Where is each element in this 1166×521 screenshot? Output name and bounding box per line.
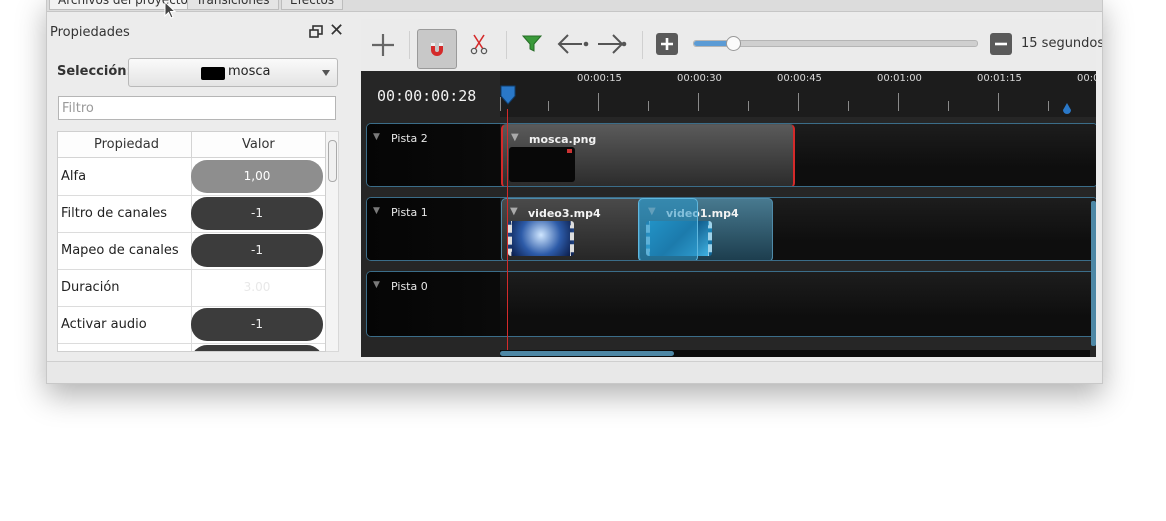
- chevron-down-icon: [322, 70, 330, 76]
- track-pista-0[interactable]: ▼ Pista 0: [366, 271, 1096, 337]
- property-value[interactable]: -1: [191, 308, 323, 341]
- clip-menu-icon[interactable]: ▼: [510, 206, 518, 217]
- property-name: Alfa: [61, 169, 87, 184]
- track-pista-2[interactable]: ▼ Pista 2 ▼ mosca.png: [366, 123, 1096, 187]
- property-value[interactable]: 1,00: [191, 160, 323, 193]
- properties-panel-title: Propiedades: [50, 25, 130, 40]
- table-row: Alfa 1,00: [58, 158, 325, 196]
- clip-mosca-png[interactable]: ▼ mosca.png: [501, 124, 795, 186]
- next-marker-icon[interactable]: [593, 32, 627, 56]
- property-name: Filtro de canales: [61, 206, 168, 221]
- property-value[interactable]: 3.00: [191, 271, 323, 304]
- clip-drag-ghost: [638, 198, 698, 260]
- scrollbar-thumb[interactable]: [328, 140, 337, 182]
- ruler-label: 00:01:00: [877, 73, 922, 84]
- zoom-out-icon[interactable]: [990, 33, 1012, 55]
- property-name: Mapeo de canales: [61, 243, 179, 258]
- table-header: Propiedad Valor: [58, 132, 325, 158]
- property-name: Activar audio: [61, 317, 147, 332]
- column-header-property[interactable]: Propiedad: [94, 137, 159, 152]
- status-bar: [47, 361, 1102, 383]
- ruler-label: 00:00:45: [777, 73, 822, 84]
- add-track-icon[interactable]: [369, 31, 397, 59]
- track-collapse-icon[interactable]: ▼: [373, 206, 380, 216]
- table-row: Duración 3.00: [58, 269, 325, 307]
- timeline-panel: 15 segundos 00:00:00:28 00:00:15 00:00:3…: [361, 19, 1102, 357]
- track-label: Pista 1: [391, 206, 428, 219]
- track-collapse-icon[interactable]: ▼: [373, 280, 380, 290]
- timeline-horizontal-scrollbar[interactable]: [500, 350, 1090, 357]
- zoom-slider-handle[interactable]: [725, 36, 741, 51]
- property-value[interactable]: -1: [191, 234, 323, 267]
- properties-scrollbar[interactable]: [326, 131, 339, 352]
- mouse-cursor-icon: [164, 1, 177, 19]
- ruler-label: 00:01:30: [1077, 73, 1096, 84]
- table-row: Activar audio -1: [58, 306, 325, 344]
- track-label: Pista 0: [391, 280, 428, 293]
- razor-scissors-icon[interactable]: [469, 33, 489, 55]
- selection-color-swatch: [201, 67, 225, 80]
- track-label: Pista 2: [391, 132, 428, 145]
- main-window: Archivos del proyecto Transiciones Efect…: [46, 0, 1103, 384]
- table-row: Mapeo de canales -1: [58, 232, 325, 270]
- timecode-display: 00:00:00:28: [377, 87, 477, 105]
- properties-table: Propiedad Valor Alfa 1,00 Filtro de cana…: [57, 131, 326, 352]
- snapping-magnet-icon: [431, 43, 443, 56]
- clip-thumbnail: [508, 221, 574, 256]
- property-value[interactable]: [191, 345, 323, 351]
- table-row: [58, 343, 325, 351]
- track-collapse-icon[interactable]: ▼: [373, 132, 380, 142]
- clip-thumbnail: [509, 147, 575, 182]
- column-header-value[interactable]: Valor: [242, 137, 275, 152]
- timeline-area: 00:00:00:28 00:00:15 00:00:30 00:00:45 0…: [361, 71, 1096, 357]
- zoom-level-label: 15 segundos: [1021, 36, 1103, 51]
- property-filter-input[interactable]: [58, 96, 336, 120]
- marker-drop-icon[interactable]: [1062, 103, 1072, 115]
- zoom-in-icon[interactable]: [656, 33, 678, 55]
- property-name: Duración: [61, 280, 120, 295]
- snapping-toggle-button[interactable]: [417, 29, 457, 69]
- table-row: Filtro de canales -1: [58, 195, 325, 233]
- property-value[interactable]: -1: [191, 197, 323, 230]
- close-panel-icon[interactable]: ✕: [329, 22, 344, 40]
- ruler-label: 00:01:15: [977, 73, 1022, 84]
- track-pista-1[interactable]: ▼ Pista 1 ▼ video3.mp4 ▼ video1.mp4: [366, 197, 1096, 261]
- selection-label: Selección:: [57, 64, 132, 79]
- add-marker-icon[interactable]: [521, 34, 543, 54]
- selection-dropdown[interactable]: mosca: [128, 58, 338, 87]
- tab-effects[interactable]: Efectos: [281, 0, 344, 10]
- playhead-handle-icon[interactable]: [500, 85, 516, 105]
- selection-value: mosca: [228, 64, 271, 79]
- previous-marker-icon[interactable]: [556, 32, 590, 56]
- playhead-line: [507, 109, 508, 357]
- timeline-vertical-scrollbar[interactable]: [1091, 201, 1096, 346]
- scrollbar-thumb[interactable]: [500, 351, 674, 356]
- ruler-label: 00:00:15: [577, 73, 622, 84]
- clip-title: mosca.png: [529, 133, 597, 146]
- time-ruler[interactable]: 00:00:15 00:00:30 00:00:45 00:01:00 00:0…: [500, 71, 1096, 117]
- float-panel-icon[interactable]: [309, 25, 323, 39]
- tab-transitions[interactable]: Transiciones: [187, 0, 279, 10]
- dock-tab-bar: Archivos del proyecto Transiciones Efect…: [47, 0, 1102, 12]
- clip-title: video3.mp4: [528, 207, 601, 220]
- ruler-label: 00:00:30: [677, 73, 722, 84]
- clip-menu-icon[interactable]: ▼: [511, 132, 519, 143]
